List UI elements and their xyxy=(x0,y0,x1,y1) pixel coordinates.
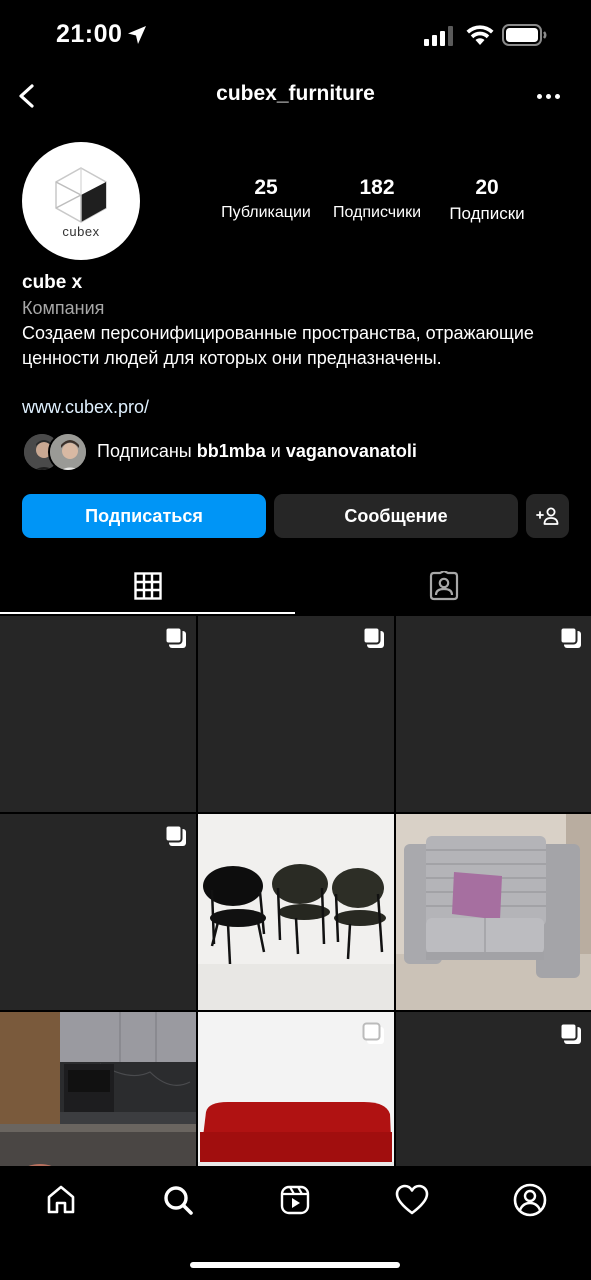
status-time: 21:00 xyxy=(56,20,123,48)
follower-avatar xyxy=(48,432,88,472)
message-button[interactable]: Сообщение xyxy=(274,494,518,538)
nav-profile[interactable] xyxy=(510,1182,550,1218)
profile-name: cube x xyxy=(22,272,83,293)
followed-by-row[interactable]: Подписаны bb1mba и vaganovanatoli xyxy=(22,432,562,472)
carousel-icon xyxy=(559,626,581,648)
profile-username: cubex_furniture xyxy=(216,82,375,105)
more-options-button[interactable] xyxy=(528,80,568,112)
home-indicator[interactable] xyxy=(190,1262,400,1268)
stat-following[interactable]: 20 Подписки xyxy=(438,176,536,224)
post-thumbnail-chairs[interactable] xyxy=(198,814,394,1010)
profile-header: cubex_furniture xyxy=(0,72,591,120)
post-thumbnail[interactable] xyxy=(198,616,394,812)
profile-category: Компания xyxy=(22,298,105,318)
active-tab-indicator xyxy=(0,612,295,614)
avatar-brand-text: cubex xyxy=(62,224,100,239)
search-icon xyxy=(164,1186,193,1215)
wifi-icon xyxy=(466,25,494,45)
profile-website-link[interactable]: www.cubex.pro/ xyxy=(22,397,149,418)
location-arrow-icon xyxy=(128,26,146,44)
stat-following-count: 20 xyxy=(475,176,499,199)
tagged-person-icon xyxy=(429,571,458,601)
followed-by-user-2[interactable]: vaganovanatoli xyxy=(286,441,417,461)
nav-search[interactable] xyxy=(158,1182,198,1218)
stat-followers-count: 182 xyxy=(359,176,395,199)
stat-posts[interactable]: 25 Публикации xyxy=(214,176,318,222)
grid-icon xyxy=(133,572,162,600)
bottom-navigation xyxy=(0,1166,591,1280)
nav-activity[interactable] xyxy=(392,1182,432,1218)
stat-posts-label: Публикации xyxy=(221,204,311,221)
suggested-accounts-button[interactable] xyxy=(526,494,569,538)
posts-grid xyxy=(0,616,591,1168)
more-dots-icon xyxy=(536,93,542,99)
carousel-icon xyxy=(362,1022,384,1044)
stat-posts-count: 25 xyxy=(254,176,278,199)
home-icon xyxy=(47,1185,75,1214)
stat-following-label: Подписки xyxy=(449,204,525,223)
followed-by-user-1[interactable]: bb1mba xyxy=(197,441,266,461)
cellular-signal-icon xyxy=(424,26,453,46)
reels-icon xyxy=(280,1185,310,1215)
profile-bio: Создаем персонифицированные пространства… xyxy=(22,323,534,368)
follow-button[interactable]: Подписаться xyxy=(22,494,266,538)
post-thumbnail-red-sofa[interactable] xyxy=(198,1012,394,1168)
booth-sofa-photo xyxy=(396,814,591,1010)
profile-avatar[interactable]: cubex xyxy=(22,142,140,260)
profile-icon xyxy=(513,1183,547,1217)
cube-logo-icon xyxy=(55,167,107,223)
post-thumbnail[interactable] xyxy=(0,814,196,1010)
carousel-icon xyxy=(164,626,186,648)
nav-reels[interactable] xyxy=(275,1182,315,1218)
heart-icon xyxy=(395,1184,429,1215)
post-thumbnail-kitchen[interactable] xyxy=(0,1012,196,1168)
status-bar: 21:00 xyxy=(0,0,591,70)
carousel-icon xyxy=(164,824,186,846)
carousel-icon xyxy=(559,1022,581,1044)
post-thumbnail[interactable] xyxy=(0,616,196,812)
carousel-icon xyxy=(362,626,384,648)
chairs-photo xyxy=(198,814,394,1010)
post-thumbnail[interactable] xyxy=(396,616,591,812)
kitchen-photo xyxy=(0,1012,196,1168)
stat-followers-label: Подписчики xyxy=(332,204,421,221)
post-thumbnail-sofa-booth[interactable] xyxy=(396,814,591,1010)
add-person-icon xyxy=(535,507,558,525)
stat-followers[interactable]: 182 Подписчики xyxy=(325,176,429,222)
battery-icon xyxy=(502,24,547,46)
post-thumbnail[interactable] xyxy=(396,1012,591,1168)
profile-tabs xyxy=(0,558,591,614)
tab-tagged[interactable] xyxy=(296,558,591,614)
nav-home[interactable] xyxy=(41,1182,81,1218)
followed-by-text: Подписаны bb1mba и vaganovanatoli xyxy=(97,441,417,461)
tab-posts-grid[interactable] xyxy=(0,558,295,614)
